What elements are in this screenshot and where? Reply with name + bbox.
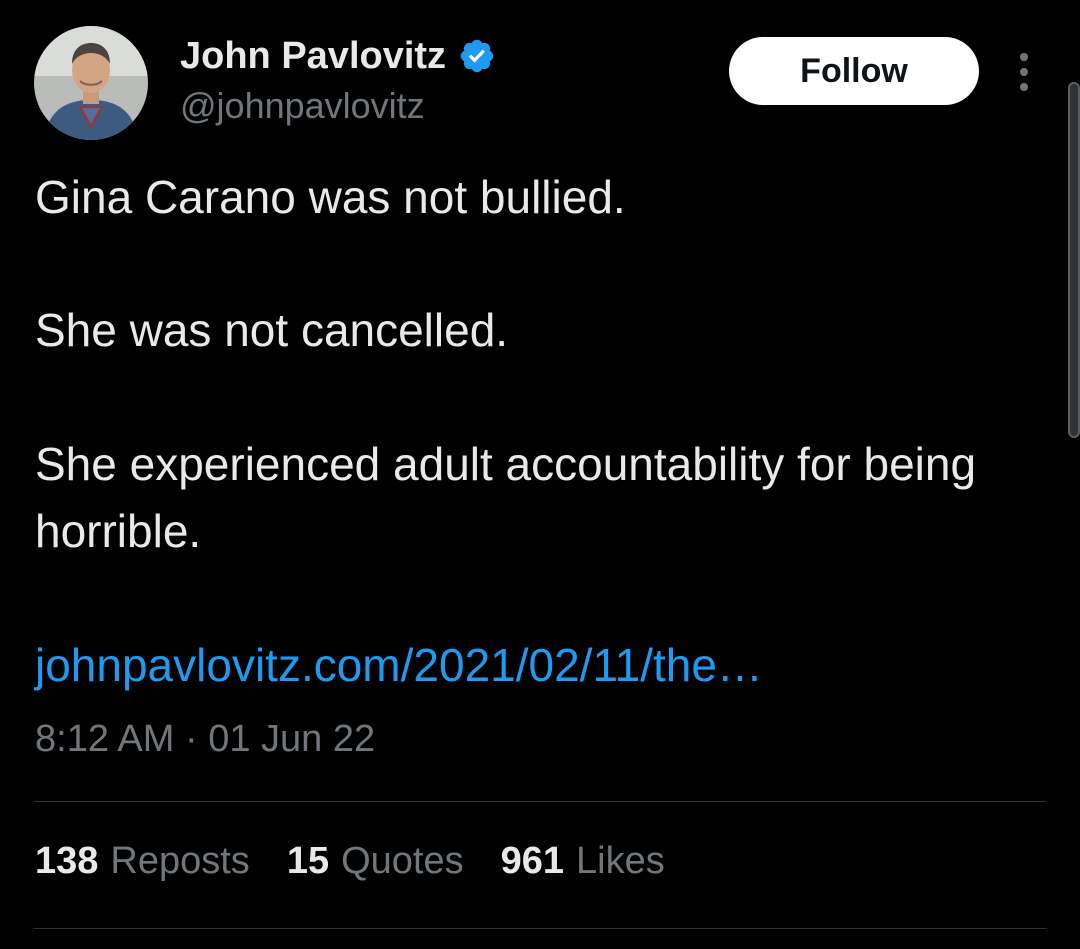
avatar-image — [34, 26, 148, 140]
likes-stat[interactable]: 961 Likes — [501, 840, 665, 883]
tweet-paragraph: Gina Carano was not bullied. — [35, 171, 626, 223]
more-vertical-icon[interactable] — [1008, 50, 1040, 94]
divider — [34, 928, 1046, 929]
engagement-stats: 138 Reposts 15 Quotes 961 Likes — [35, 840, 702, 883]
reposts-label: Reposts — [110, 840, 250, 882]
author-display-name[interactable]: John Pavlovitz — [180, 35, 446, 78]
divider — [34, 801, 1046, 802]
likes-count: 961 — [500, 840, 565, 882]
author-handle[interactable]: @johnpavlovitz — [180, 85, 425, 127]
author-name-row[interactable]: John Pavlovitz — [180, 33, 496, 79]
verified-badge-icon — [460, 39, 494, 73]
quotes-label: Quotes — [341, 840, 464, 882]
tweet-timestamp[interactable]: 8:12 AM · 01 Jun 22 — [35, 718, 375, 761]
follow-button[interactable]: Follow — [729, 37, 979, 105]
reposts-stat[interactable]: 138 Reposts — [35, 840, 250, 883]
avatar[interactable] — [34, 26, 148, 140]
tweet-detail-view: John Pavlovitz @johnpavlovitz Follow Gin… — [0, 0, 1080, 949]
reposts-count: 138 — [35, 840, 99, 882]
tweet-paragraph: She was not cancelled. — [35, 304, 509, 356]
quotes-count: 15 — [286, 840, 330, 882]
likes-label: Likes — [576, 840, 665, 882]
tweet-paragraph: She experienced adult accountability for… — [35, 438, 977, 557]
tweet-link[interactable]: johnpavlovitz.com/2021/02/11/the… — [35, 632, 763, 699]
quotes-stat[interactable]: 15 Quotes — [287, 840, 464, 883]
scrollbar[interactable] — [1068, 82, 1080, 438]
